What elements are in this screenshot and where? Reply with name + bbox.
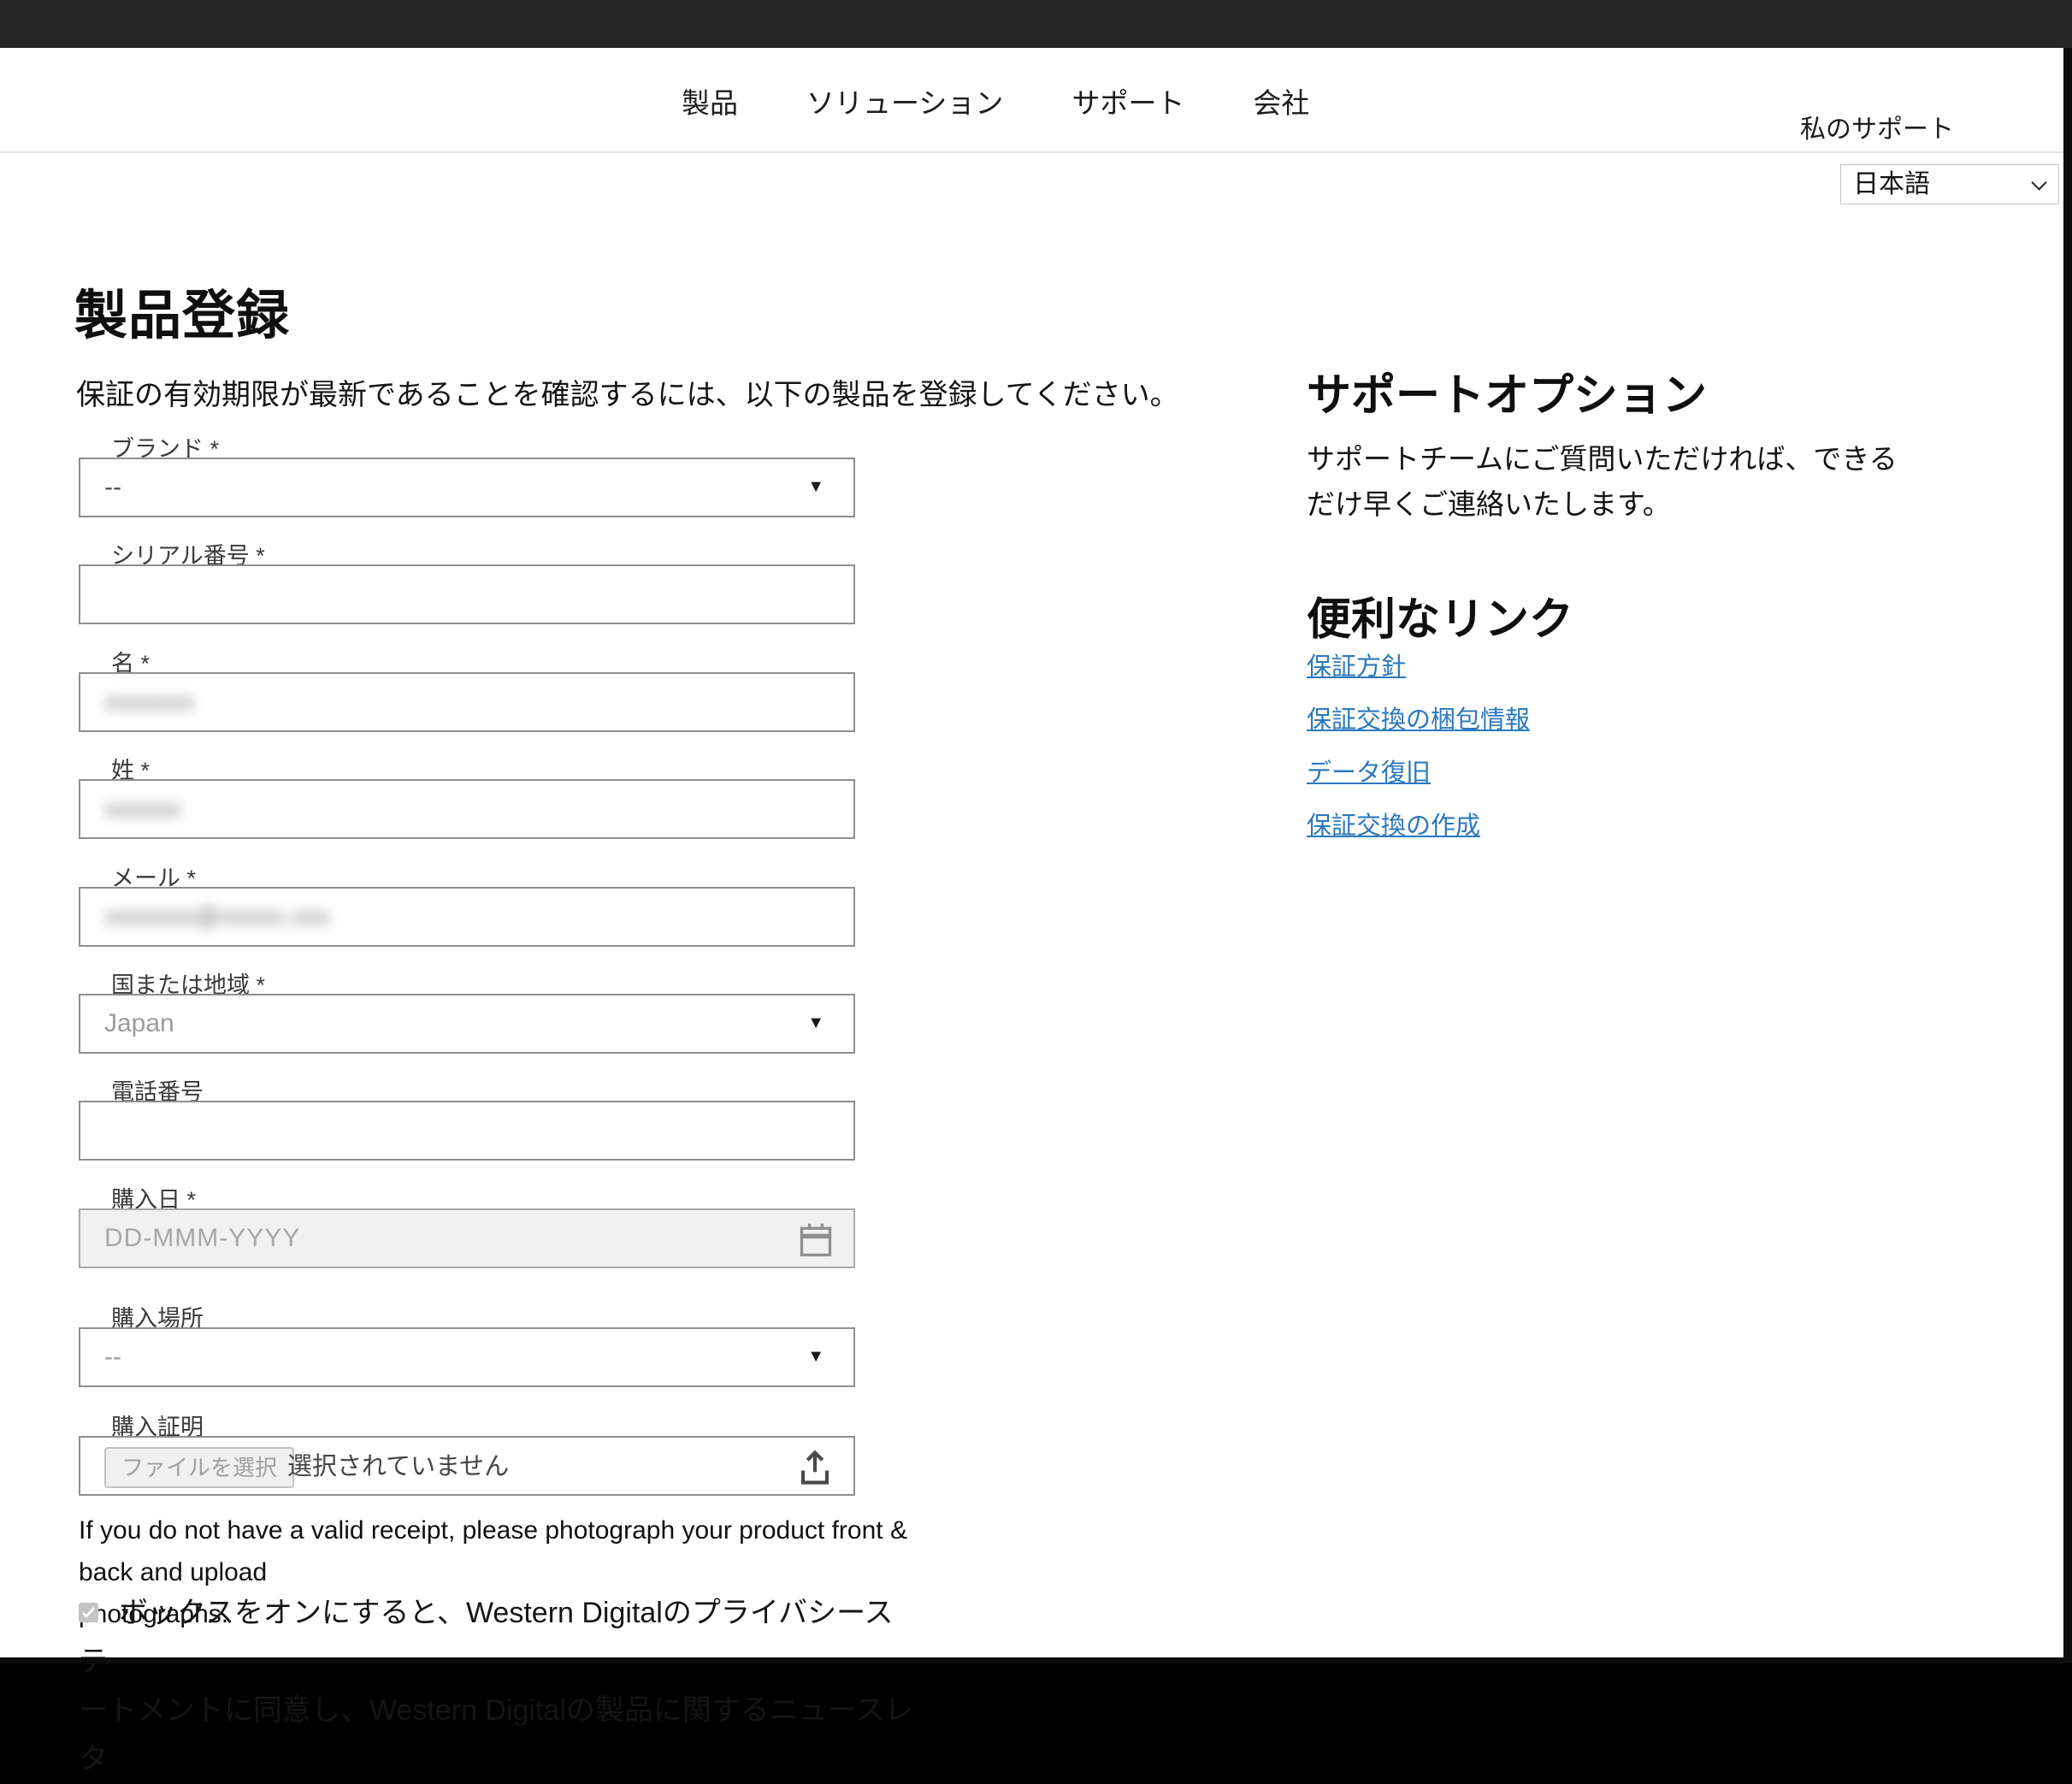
purchase-place-select-value: -- — [104, 1329, 121, 1385]
field-email: メール * xxxxxxx@xxxxx.xxx — [79, 860, 855, 948]
field-phone: 電話番号 — [79, 1073, 855, 1162]
choose-file-button[interactable]: ファイルを選択 — [104, 1447, 294, 1488]
email-field[interactable]: xxxxxxx@xxxxx.xxx — [79, 887, 855, 947]
link-warranty-policy[interactable]: 保証方針 — [1307, 647, 1530, 682]
nav-item-solutions[interactable]: ソリューション — [806, 80, 1003, 121]
dropdown-arrow-icon: ▼ — [807, 1013, 824, 1033]
phone-input[interactable] — [79, 1101, 855, 1161]
consent-checkbox[interactable] — [79, 1603, 98, 1622]
last-name-redacted-value: xxxxxx — [104, 781, 181, 837]
consent-text-line2: ートメントに同意し、Western Digitalの製品に関するニュースレタ — [79, 1687, 917, 1784]
field-proof-of-purchase: 購入証明 ファイルを選択 選択されていません — [79, 1409, 855, 1497]
support-options-heading: サポートオプション — [1307, 359, 1707, 423]
proof-label: 購入証明 — [111, 1409, 855, 1436]
field-last-name: 姓 * xxxxxx — [79, 752, 855, 841]
link-data-recovery[interactable]: データ復旧 — [1307, 753, 1530, 789]
purchase-date-label: 購入日 * — [111, 1181, 855, 1208]
field-brand: ブランド * -- ▼ — [79, 430, 855, 519]
last-name-input[interactable]: xxxxxx — [79, 779, 855, 839]
country-select-value: Japan — [104, 995, 174, 1052]
field-purchase-place: 購入場所 -- ▼ — [79, 1300, 855, 1389]
country-label: 国または地域 * — [111, 966, 855, 994]
field-country: 国または地域 * Japan ▼ — [79, 966, 855, 1055]
support-options-body: サポートチームにご質問いただければ、できる だけ早くご連絡いたします。 — [1307, 436, 1898, 527]
file-status-text: 選択されていません — [287, 1438, 509, 1496]
proof-file-input[interactable]: ファイルを選択 選択されていません — [79, 1436, 855, 1496]
support-body-line2: だけ早くご連絡いたします。 — [1307, 481, 1898, 527]
dropdown-arrow-icon: ▼ — [807, 1347, 824, 1367]
serial-label: シリアル番号 * — [111, 537, 855, 564]
serial-input[interactable] — [79, 564, 855, 624]
main-navbar: 製品 ソリューション サポート 会社 私のサポート — [0, 48, 2063, 153]
support-body-line1: サポートチームにご質問いただければ、できる — [1307, 436, 1898, 481]
field-purchase-date: 購入日 * DD-MMM-YYYY — [79, 1181, 855, 1270]
purchase-date-placeholder: DD-MMM-YYYY — [104, 1210, 300, 1267]
purchase-place-select[interactable]: -- ▼ — [79, 1327, 855, 1387]
purchase-place-label: 購入場所 — [111, 1300, 855, 1327]
top-black-bar — [0, 0, 2072, 48]
email-redacted-value: xxxxxxx@xxxxx.xxx — [104, 889, 330, 945]
language-select[interactable]: 日本語 — [1840, 164, 2059, 204]
my-support-link[interactable]: 私のサポート — [1800, 108, 1954, 145]
page-subtitle: 保証の有効期限が最新であることを確認するには、以下の製品を登録してください。 — [76, 371, 1179, 413]
receipt-note-line1: If you do not have a valid receipt, plea… — [79, 1509, 934, 1593]
purchase-date-input[interactable]: DD-MMM-YYYY — [79, 1208, 855, 1268]
link-warranty-packaging-info[interactable]: 保証交換の梱包情報 — [1307, 700, 1530, 735]
upload-icon[interactable] — [797, 1448, 833, 1492]
bottom-edge-strip — [0, 1657, 2072, 1663]
consent-line1: ボックスをオンにすると、Western Digitalのプライバシーステ — [79, 1589, 917, 1687]
page-background: 製品 ソリューション サポート 会社 私のサポート 日本語 製品登録 保証の有効… — [0, 0, 2063, 1657]
nav-item-products[interactable]: 製品 — [682, 80, 738, 121]
last-name-label: 姓 * — [111, 752, 855, 779]
useful-links-list: 保証方針 保証交換の梱包情報 データ復旧 保証交換の作成 — [1307, 647, 1530, 859]
brand-select[interactable]: -- ▼ — [79, 458, 855, 517]
language-select-value: 日本語 — [1853, 165, 1930, 204]
country-select[interactable]: Japan ▼ — [79, 994, 855, 1054]
brand-select-value: -- — [104, 459, 121, 516]
right-edge-strip — [2063, 0, 2072, 1663]
first-name-label: 名 * — [111, 645, 855, 672]
first-name-input[interactable]: xxxxxxx — [79, 672, 855, 732]
calendar-icon[interactable] — [797, 1220, 835, 1264]
consent-text-line1: ボックスをオンにすると、Western Digitalのプライバシーステ — [79, 1597, 893, 1678]
phone-label: 電話番号 — [111, 1073, 855, 1101]
nav-item-support[interactable]: サポート — [1071, 80, 1184, 121]
consent-section: ボックスをオンにすると、Western Digitalのプライバシーステ ートメ… — [79, 1589, 917, 1784]
first-name-redacted-value: xxxxxxx — [104, 674, 194, 730]
email-label: メール * — [111, 860, 855, 887]
useful-links-heading: 便利なリンク — [1307, 583, 1573, 647]
link-create-warranty-replacement[interactable]: 保証交換の作成 — [1307, 806, 1530, 842]
chevron-down-icon — [2031, 174, 2046, 190]
brand-label: ブランド * — [111, 430, 855, 458]
dropdown-arrow-icon: ▼ — [807, 477, 824, 497]
page-title: 製品登録 — [74, 272, 290, 349]
field-serial-number: シリアル番号 * — [79, 537, 855, 626]
nav-item-company[interactable]: 会社 — [1253, 80, 1309, 121]
nav-menu: 製品 ソリューション サポート 会社 — [682, 48, 1309, 153]
field-first-name: 名 * xxxxxxx — [79, 645, 855, 734]
